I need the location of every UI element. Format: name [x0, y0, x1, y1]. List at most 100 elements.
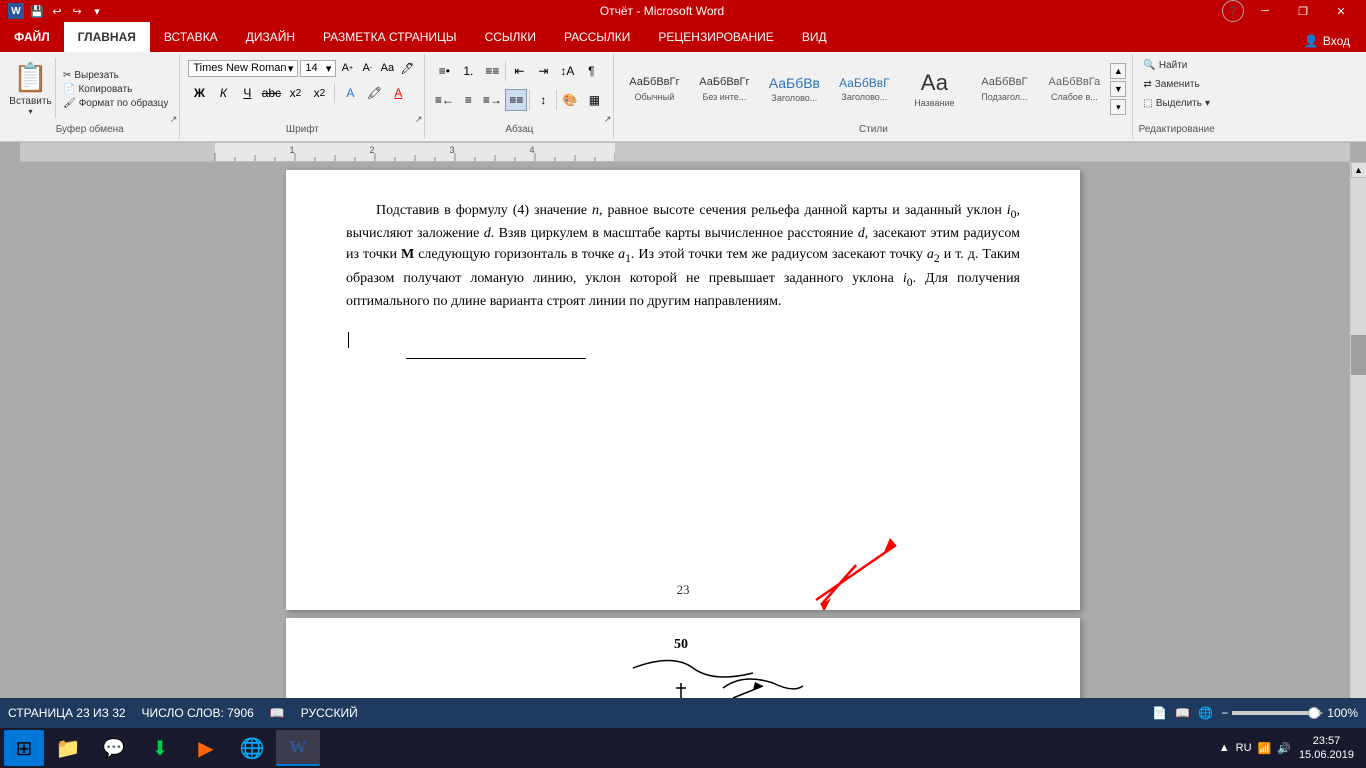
scroll-up-arrow[interactable]: ▲ [1351, 162, 1366, 178]
svg-text:4: 4 [529, 145, 534, 155]
clear-format-button[interactable]: 🖊 [398, 59, 416, 77]
proofing-icon[interactable]: 📖 [270, 706, 285, 720]
style-heading1[interactable]: АаБбВв Заголово... [760, 59, 828, 119]
decrease-indent-button[interactable]: ⇤ [508, 60, 530, 82]
styles-more[interactable]: ▾ [1110, 99, 1126, 115]
highlight-color-button[interactable]: 🖍 [363, 82, 385, 104]
replace-button[interactable]: ⇄ Заменить [1139, 77, 1203, 92]
taskbar-chrome[interactable]: 🌐 [230, 730, 274, 766]
style-normal[interactable]: АаБбВвГг Обычный [620, 59, 688, 119]
page-info[interactable]: СТРАНИЦА 23 ИЗ 32 [8, 706, 126, 720]
align-center-button[interactable]: ≡ [457, 89, 479, 111]
find-button[interactable]: 🔍 Найти [1139, 58, 1191, 73]
align-right-button[interactable]: ≡→ [481, 89, 503, 111]
close-button[interactable]: ✕ [1324, 0, 1358, 22]
paragraph-group-expander[interactable]: ↗ [604, 114, 612, 125]
zoom-minus-button[interactable]: − [1221, 706, 1228, 720]
format-painter-button[interactable]: 🖌 Формат по образцу [60, 97, 171, 110]
numbering-button[interactable]: 1. [457, 60, 479, 82]
language-indicator[interactable]: RU [1236, 742, 1252, 754]
style-heading2[interactable]: АаБбВвГ Заголово... [830, 59, 898, 119]
tab-view[interactable]: ВИД [788, 22, 841, 52]
align-left-button[interactable]: ≡← [433, 89, 455, 111]
tab-review[interactable]: РЕЦЕНЗИРОВАНИЕ [644, 22, 787, 52]
font-color-button[interactable]: A [387, 82, 409, 104]
style-heading2-label: Заголово... [841, 92, 887, 102]
taskbar-discord[interactable]: 💬 [92, 730, 136, 766]
view-normal-button[interactable]: 📄 [1152, 706, 1167, 720]
scroll-track[interactable] [1351, 178, 1366, 702]
tab-design[interactable]: ДИЗАЙН [232, 22, 309, 52]
text-effects-button[interactable]: A [339, 82, 361, 104]
page-1-content[interactable]: Подставив в формулу (4) значение n, равн… [286, 170, 1080, 399]
word-count[interactable]: ЧИСЛО СЛОВ: 7906 [142, 706, 254, 720]
save-button[interactable]: 💾 [28, 2, 46, 20]
zoom-slider[interactable] [1232, 711, 1312, 715]
show-marks-button[interactable]: ¶ [580, 60, 602, 82]
zoom-level[interactable]: 100% [1327, 706, 1358, 720]
font-size-selector[interactable]: 14 ▾ [300, 60, 336, 77]
tray-arrow[interactable]: ▲ [1219, 742, 1230, 754]
tab-refs[interactable]: ССЫЛКИ [471, 22, 550, 52]
tab-mailings[interactable]: РАССЫЛКИ [550, 22, 644, 52]
italic-button[interactable]: К [212, 82, 234, 104]
page-blank-space [346, 312, 1020, 332]
style-no-spacing-label: Без инте... [702, 92, 746, 102]
styles-scroll-up[interactable]: ▲ [1110, 63, 1126, 79]
taskbar-explorer[interactable]: 📁 [46, 730, 90, 766]
style-subtle-emphasis[interactable]: АаБбВвГа Слабое в... [1040, 59, 1108, 119]
multilevel-list-button[interactable]: ≡≡ [481, 60, 503, 82]
taskbar-word[interactable]: W [276, 730, 320, 766]
font-name-selector[interactable]: Times New Roman ▾ [188, 60, 298, 77]
style-no-spacing[interactable]: АаБбВвГг Без инте... [690, 59, 758, 119]
restore-button[interactable]: ❐ [1286, 0, 1320, 22]
shading-button[interactable]: 🎨 [559, 89, 581, 111]
clipboard-group-expander[interactable]: ↗ [170, 114, 178, 125]
select-button[interactable]: ⬚ Выделить ▾ [1139, 96, 1214, 111]
subscript-button[interactable]: x2 [284, 82, 306, 104]
explorer-icon: 📁 [56, 736, 81, 761]
tab-insert[interactable]: ВСТАВКА [150, 22, 232, 52]
help-button[interactable]: ? [1222, 0, 1244, 22]
font-group-expander[interactable]: ↗ [415, 114, 423, 125]
undo-button[interactable]: ↩ [48, 2, 66, 20]
taskbar-download[interactable]: ⬇ [138, 730, 182, 766]
increase-indent-button[interactable]: ⇥ [532, 60, 554, 82]
bullets-button[interactable]: ≡• [433, 60, 455, 82]
style-title[interactable]: Аа Название [900, 59, 968, 119]
tab-home[interactable]: ГЛАВНАЯ [64, 22, 150, 52]
tab-layout[interactable]: РАЗМЕТКА СТРАНИЦЫ [309, 22, 471, 52]
vertical-scrollbar[interactable]: ▲ ▼ [1350, 162, 1366, 718]
font-size-decrease-button[interactable]: A- [358, 59, 376, 77]
superscript-button[interactable]: x2 [308, 82, 330, 104]
sort-button[interactable]: ↕A [556, 60, 578, 82]
paste-button[interactable]: 📋 Вставить ▾ [6, 58, 56, 118]
justify-button[interactable]: ≡≡ [505, 89, 527, 111]
underline-button[interactable]: Ч [236, 82, 258, 104]
strikethrough-button[interactable]: abc [260, 82, 282, 104]
style-subtitle[interactable]: АаБбВвГ Подзагол... [970, 59, 1038, 119]
styles-group-label: Стили [618, 122, 1128, 137]
login-button[interactable]: 👤Вход [1296, 30, 1358, 52]
taskbar-time-area[interactable]: 23:57 15.06.2019 [1299, 734, 1354, 763]
line-spacing-button[interactable]: ↕ [532, 89, 554, 111]
view-web-button[interactable]: 🌐 [1198, 706, 1213, 720]
cut-button[interactable]: ✂ Вырезать [60, 69, 171, 82]
quick-access-more[interactable]: ▾ [88, 2, 106, 20]
font-size-increase-button[interactable]: A+ [338, 59, 356, 77]
minimize-button[interactable]: ─ [1248, 0, 1282, 22]
redo-button[interactable]: ↪ [68, 2, 86, 20]
ruler-left-margin [0, 142, 20, 162]
borders-button[interactable]: ▦ [583, 89, 605, 111]
tab-file[interactable]: ФАЙЛ [0, 22, 64, 52]
taskbar-media[interactable]: ▶ [184, 730, 228, 766]
language[interactable]: РУССКИЙ [301, 706, 358, 720]
view-reading-button[interactable]: 📖 [1175, 706, 1190, 720]
scroll-thumb[interactable] [1351, 335, 1366, 375]
bold-button[interactable]: Ж [188, 82, 210, 104]
change-case-button[interactable]: Aa [378, 59, 396, 77]
styles-scroll-down[interactable]: ▼ [1110, 81, 1126, 97]
paragraph-group-label: Абзац [429, 122, 609, 137]
copy-button[interactable]: 📄 Копировать [60, 83, 171, 96]
start-button[interactable]: ⊞ [4, 730, 44, 766]
